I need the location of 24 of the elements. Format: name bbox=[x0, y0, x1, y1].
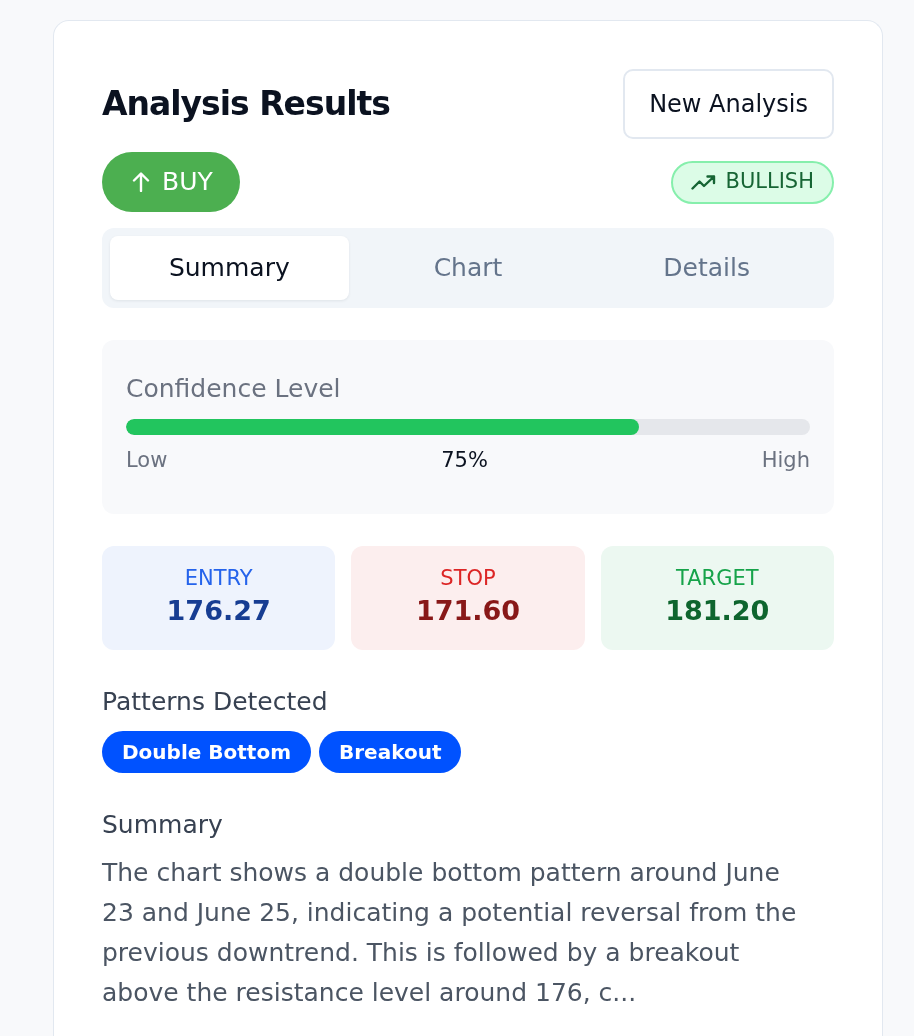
price-level-value: 171.60 bbox=[414, 594, 522, 628]
tab[interactable]: Chart bbox=[348, 236, 588, 300]
summary-text: The chart shows a double bottom pattern around June 23 and June 25, indicating a potential reversal from the previous downtrend. This is followed by a breakout above the resistance level around 176, c... bbox=[102, 857, 798, 1009]
new-analysis-button[interactable]: New Analysis bbox=[623, 69, 834, 139]
price-level-value: 176.27 bbox=[165, 594, 272, 628]
pattern-tag: Double Bottom bbox=[102, 731, 311, 773]
scale-high-label: High bbox=[761, 447, 810, 473]
tab[interactable]: Summary bbox=[110, 236, 349, 300]
signal-label: BUY bbox=[162, 166, 213, 199]
section-heading: Patterns Detected bbox=[102, 686, 329, 718]
price-level-label: STOP bbox=[439, 565, 497, 591]
arrow-up-icon bbox=[132, 172, 150, 192]
trending-up-icon bbox=[690, 174, 716, 190]
price-level-label: TARGET bbox=[675, 565, 760, 591]
tab[interactable]: Details bbox=[587, 236, 826, 300]
section-title: Analysis Results bbox=[102, 84, 390, 124]
confidence-title: Confidence Level bbox=[126, 373, 342, 405]
scale-low-label: Low bbox=[126, 447, 168, 473]
trend-label: BULLISH bbox=[725, 168, 814, 196]
confidence-reading: 75% bbox=[441, 447, 488, 473]
price-level-label: ENTRY bbox=[183, 565, 254, 591]
section-heading: Summary bbox=[102, 809, 224, 841]
pattern-tag: Breakout bbox=[318, 731, 462, 773]
price-level-value: 181.20 bbox=[664, 594, 771, 628]
